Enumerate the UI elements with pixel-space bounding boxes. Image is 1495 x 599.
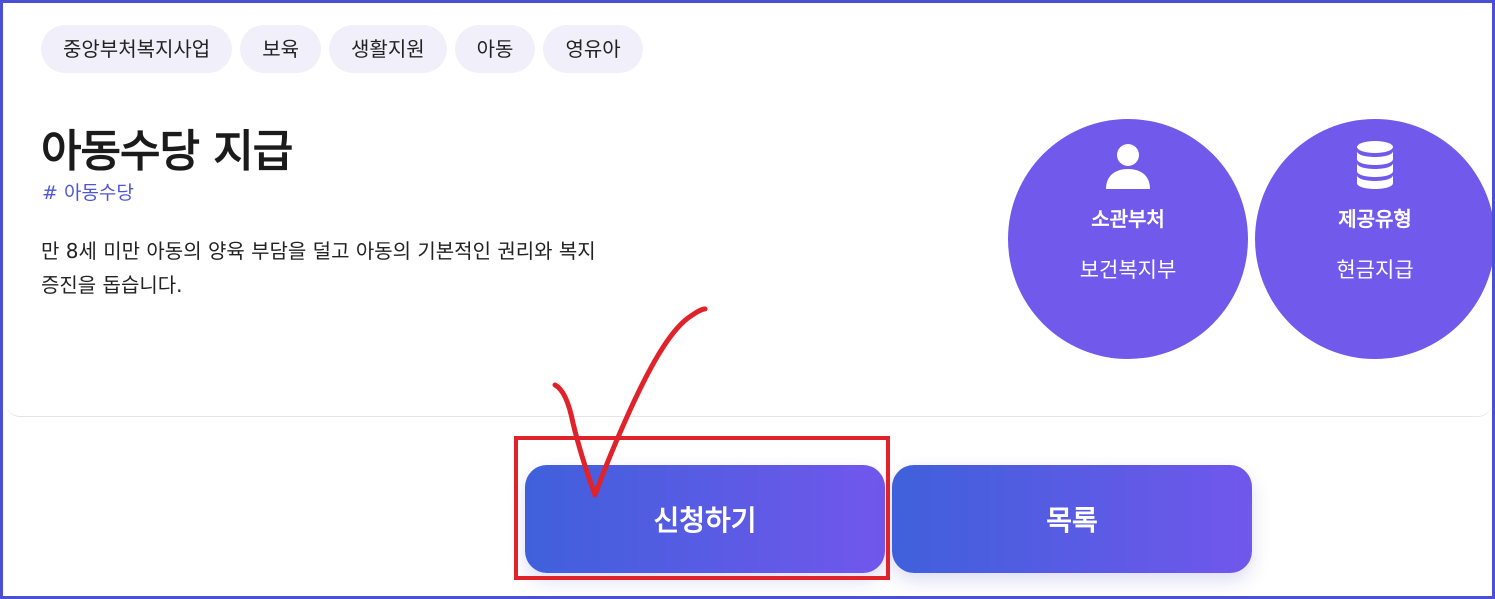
tag-chip[interactable]: 아동 xyxy=(454,25,536,73)
tag-list: 중앙부처복지사업 보육 생활지원 아동 영유아 xyxy=(41,25,643,73)
ministry-info-circle: 소관부처 보건복지부 xyxy=(1008,119,1248,359)
service-description: 만 8세 미만 아동의 양육 부담을 덜고 아동의 기본적인 권리와 복지 증진… xyxy=(41,239,596,297)
tag-chip[interactable]: 영유아 xyxy=(543,25,643,73)
service-title: 아동수당 지급 xyxy=(41,126,293,177)
tag-chip[interactable]: 생활지원 xyxy=(329,25,447,73)
apply-button[interactable]: 신청하기 xyxy=(525,465,885,573)
coin-stack-icon xyxy=(1357,141,1393,189)
ministry-value: 보건복지부 xyxy=(1079,258,1177,282)
service-card: 중앙부처복지사업 보육 생활지원 아동 영유아 아동수당 지급 # 아동수당 만… xyxy=(6,6,1492,417)
tag-chip[interactable]: 중앙부처복지사업 xyxy=(41,25,233,73)
tag-chip[interactable]: 보육 xyxy=(240,25,322,73)
provide-type-value: 현금지급 xyxy=(1336,258,1414,282)
provide-type-label: 제공유형 xyxy=(1338,207,1412,231)
page-frame: 중앙부처복지사업 보육 생활지원 아동 영유아 아동수당 지급 # 아동수당 만… xyxy=(0,0,1495,599)
provide-type-info-circle: 제공유형 현금지급 xyxy=(1255,119,1492,359)
service-hashtag[interactable]: # 아동수당 xyxy=(42,180,134,206)
list-button[interactable]: 목록 xyxy=(892,465,1252,573)
person-icon xyxy=(1106,144,1150,189)
ministry-label: 소관부처 xyxy=(1091,207,1165,231)
